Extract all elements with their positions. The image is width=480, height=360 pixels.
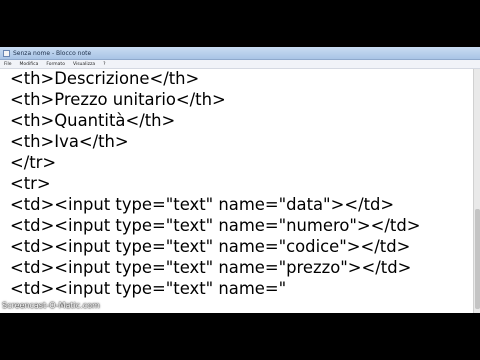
code-line: <th>Descrizione</th> [10,69,200,88]
scrollbar-thumb[interactable] [475,209,480,309]
title-bar: Senza nome - Blocco note [0,47,480,60]
vertical-scrollbar[interactable] [473,69,480,313]
text-editor-area[interactable]: <th>Descrizione</th> <th>Prezzo unitario… [0,69,473,313]
notepad-window: Senza nome - Blocco note File Modifica F… [0,47,480,313]
code-line: </tr> [10,153,57,172]
menu-visualizza[interactable]: Visualizza [73,62,95,67]
code-line: <tr> [10,174,51,193]
menu-formato[interactable]: Formato [46,62,65,67]
code-line: <td><input type="text" name="prezzo"></t… [10,258,412,277]
menu-modifica[interactable]: Modifica [20,62,39,67]
screencast-watermark: Screencast-O-Matic.com [2,301,100,310]
code-line: <th>Quantità</th> [10,111,176,130]
menu-help[interactable]: ? [103,62,105,67]
code-line: <td><input type="text" name=" [10,279,287,298]
code-line: <td><input type="text" name="data"></td> [10,195,395,214]
menu-file[interactable]: File [4,62,12,67]
code-line: <td><input type="text" name="numero"></t… [10,216,421,235]
code-line: <th>Iva</th> [10,132,129,151]
code-line: <td><input type="text" name="codice"></t… [10,237,411,256]
notepad-icon [3,49,10,57]
code-line: <th>Prezzo unitario</th> [10,90,226,109]
window-title: Senza nome - Blocco note [13,49,92,57]
